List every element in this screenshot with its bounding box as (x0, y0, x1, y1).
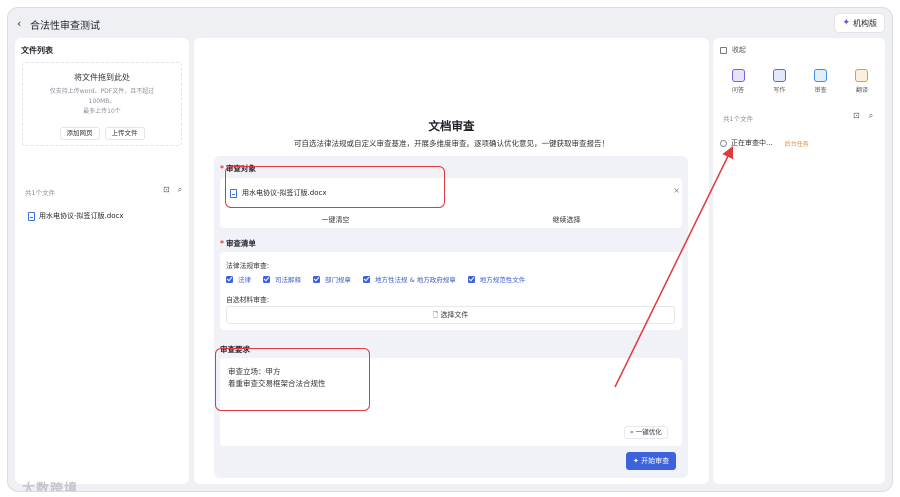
annotation-arrow (614, 145, 734, 388)
watermark: 大数跨境 (22, 482, 79, 491)
app-window: ‹ 合法性审查测试 ✦ 机构版 文件列表 将文件拖到此处 仅支持上传word、P… (8, 8, 892, 491)
